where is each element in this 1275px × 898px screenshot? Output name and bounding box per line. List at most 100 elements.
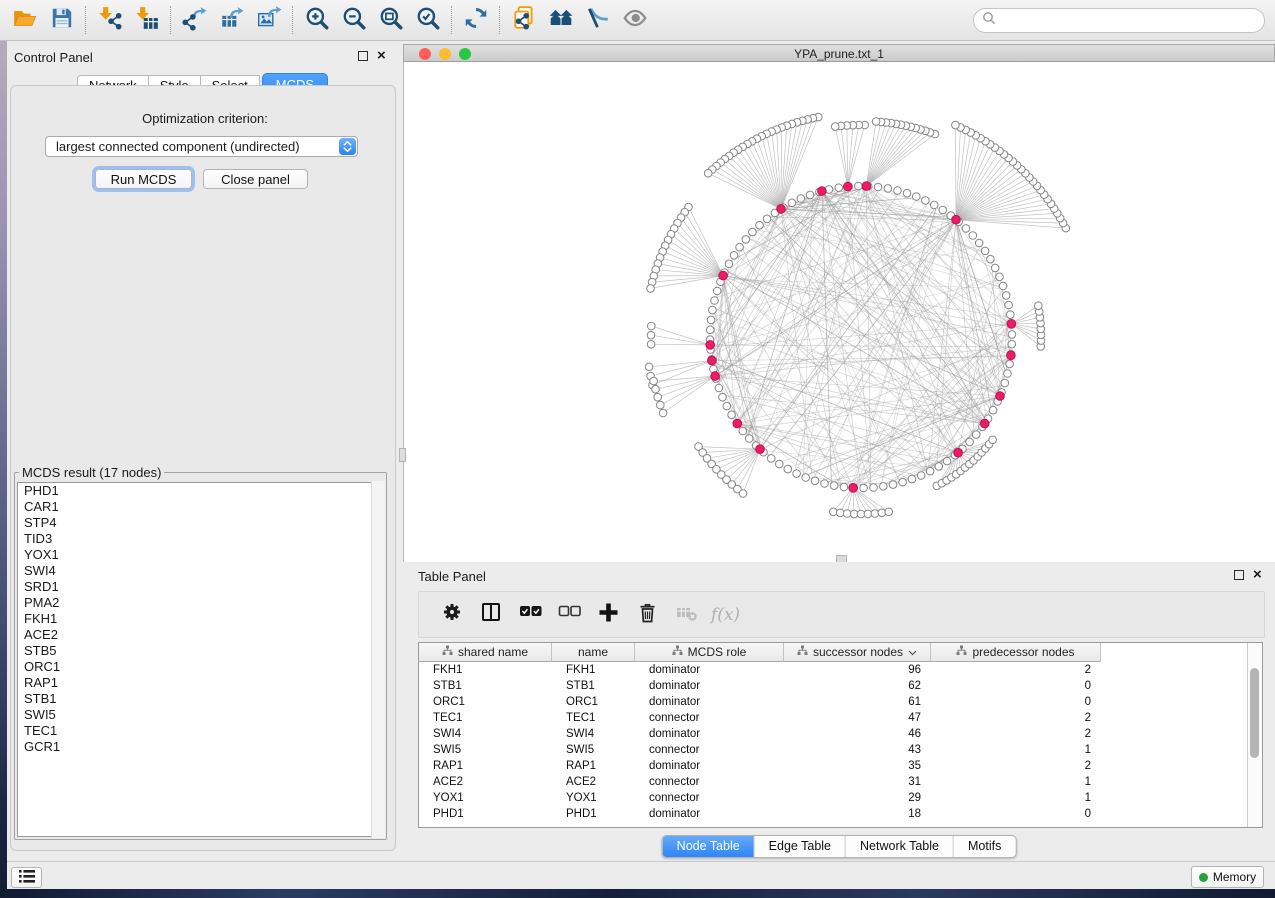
graph-node[interactable] [835, 184, 843, 192]
table-cell[interactable]: 1 [931, 776, 1101, 788]
graph-node[interactable] [713, 287, 721, 295]
graph-node[interactable] [903, 189, 911, 197]
graph-hub-node[interactable] [756, 445, 765, 454]
graph-node[interactable] [996, 273, 1004, 281]
graph-hub-node[interactable] [1007, 351, 1016, 360]
graph-node[interactable] [806, 191, 814, 199]
graph-node[interactable] [939, 206, 947, 214]
graph-edge[interactable] [699, 447, 761, 450]
graph-node[interactable] [966, 438, 974, 446]
graph-node[interactable] [908, 475, 916, 483]
table-scrollbar[interactable] [1247, 643, 1262, 827]
graph-node[interactable] [706, 326, 714, 334]
graph-edge[interactable] [866, 132, 930, 186]
graph-node[interactable] [860, 484, 868, 492]
graph-node[interactable] [843, 510, 851, 518]
close-panel-button[interactable]: Close panel [203, 169, 308, 189]
table-cell[interactable]: connector [635, 776, 784, 788]
table-cell[interactable]: 1 [931, 792, 1101, 804]
graph-node[interactable] [647, 341, 655, 349]
open-file-button[interactable] [6, 3, 43, 37]
table-cell[interactable]: 2 [931, 712, 1101, 724]
table-cell[interactable]: SWI4 [552, 728, 635, 740]
table-cell[interactable]: ACE2 [419, 776, 552, 788]
graph-node[interactable] [797, 195, 805, 203]
table-cell[interactable]: TEC1 [419, 712, 552, 724]
table-row[interactable]: PHD1PHD1dominator180 [419, 806, 1262, 822]
tab-node-table[interactable]: Node Table [663, 836, 755, 857]
mcds-result-item[interactable]: PMA2 [18, 595, 383, 611]
graph-node[interactable] [723, 402, 731, 410]
graph-node[interactable] [788, 199, 796, 207]
mcds-result-item[interactable]: TID3 [18, 531, 383, 547]
table-cell[interactable]: dominator [635, 680, 784, 692]
table-row[interactable]: SWI5SWI5connector431 [419, 742, 1262, 758]
table-cell[interactable]: YOX1 [552, 792, 635, 804]
graph-edge[interactable] [652, 276, 723, 283]
table-cell[interactable]: 0 [931, 808, 1101, 820]
graph-hub-node[interactable] [996, 392, 1005, 401]
graph-node[interactable] [989, 406, 997, 414]
mcds-list-scrollbar[interactable] [371, 481, 385, 838]
export-network-button[interactable] [176, 3, 213, 37]
function-builder-button[interactable]: f(x) [706, 605, 745, 625]
table-cell[interactable]: dominator [635, 760, 784, 772]
graph-node[interactable] [749, 228, 757, 236]
table-row[interactable]: TEC1TEC1connector472 [419, 710, 1262, 726]
graph-edge[interactable] [732, 449, 760, 484]
graph-edge[interactable] [729, 156, 781, 209]
graph-edge[interactable] [956, 220, 1066, 228]
graph-hub-node[interactable] [849, 484, 858, 493]
graph-edge[interactable] [660, 376, 715, 405]
table-cell[interactable]: dominator [635, 664, 784, 676]
graph-node[interactable] [1035, 302, 1043, 310]
select-all-button[interactable] [511, 601, 550, 629]
task-history-button[interactable] [11, 867, 42, 888]
graph-node[interactable] [840, 483, 848, 491]
graph-node[interactable] [991, 264, 999, 272]
graph-node[interactable] [864, 510, 872, 518]
close-panel-icon[interactable]: × [377, 50, 386, 61]
table-cell[interactable]: SWI4 [419, 728, 552, 740]
delete-column-button[interactable] [628, 601, 667, 629]
graph-node[interactable] [821, 480, 829, 488]
graph-node[interactable] [943, 457, 951, 465]
graph-edge[interactable] [781, 122, 797, 209]
graph-node[interactable] [776, 460, 784, 468]
table-cell[interactable]: ORC1 [552, 696, 635, 708]
graph-node[interactable] [831, 123, 839, 131]
graph-node[interactable] [975, 239, 983, 247]
table-cell[interactable]: dominator [635, 808, 784, 820]
mcds-result-item[interactable]: SRD1 [18, 579, 383, 595]
graph-node[interactable] [962, 225, 970, 233]
save-session-button[interactable] [43, 3, 80, 37]
table-cell[interactable]: PHD1 [552, 808, 635, 820]
graph-node[interactable] [709, 306, 717, 314]
mcds-result-item[interactable]: FKH1 [18, 611, 383, 627]
graph-node[interactable] [899, 478, 907, 486]
graph-node[interactable] [913, 193, 921, 201]
network-graph[interactable] [404, 62, 1273, 562]
column-header-predecessor-nodes[interactable]: predecessor nodes [931, 643, 1101, 662]
table-cell[interactable]: 2 [931, 728, 1101, 740]
mcds-result-item[interactable]: GCR1 [18, 739, 383, 755]
tab-edge-table[interactable]: Edge Table [755, 836, 846, 857]
mcds-result-item[interactable]: TEC1 [18, 723, 383, 739]
graph-edge[interactable] [654, 376, 716, 381]
graph-node[interactable] [874, 183, 882, 191]
table-cell[interactable]: 2 [931, 664, 1101, 676]
graph-node[interactable] [648, 322, 656, 330]
table-row[interactable]: SWI4SWI4dominator462 [419, 726, 1262, 742]
graph-node[interactable] [739, 427, 747, 435]
graph-node[interactable] [922, 197, 930, 205]
graph-node[interactable] [926, 467, 934, 475]
graph-edge[interactable] [981, 245, 1011, 357]
graph-edge[interactable] [723, 194, 812, 276]
search-input[interactable] [996, 11, 1264, 31]
table-row[interactable]: FKH1FKH1dominator962 [419, 662, 1262, 678]
export-table-button[interactable] [213, 3, 250, 37]
mcds-result-item[interactable]: CAR1 [18, 499, 383, 515]
graph-node[interactable] [855, 182, 863, 190]
table-cell[interactable]: 0 [931, 680, 1101, 692]
import-table-button[interactable] [128, 3, 165, 37]
